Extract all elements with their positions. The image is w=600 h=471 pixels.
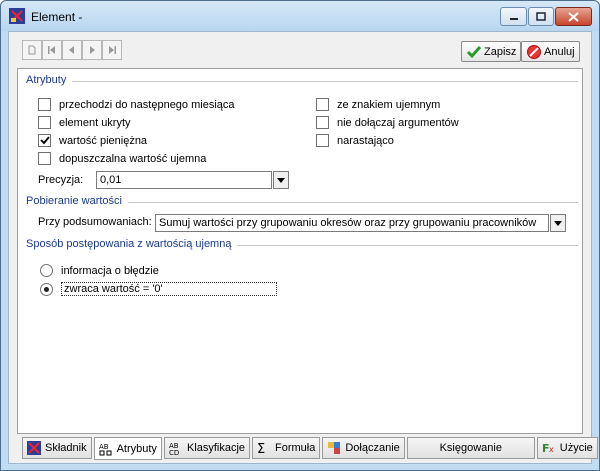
tab-label: Klasyfikacje	[186, 442, 246, 454]
checkbox-cumulative[interactable]: narastająco	[316, 134, 394, 147]
maximize-icon	[536, 12, 546, 21]
section-title-atrybuty: Atrybuty	[26, 74, 73, 86]
summary-value: Sumuj wartości przy grupowaniu okresów o…	[159, 217, 537, 229]
radio-label: zwraca wartość = '0'	[61, 282, 277, 296]
chevron-down-icon	[277, 177, 285, 183]
checkbox-label: ze znakiem ujemnym	[337, 98, 441, 111]
tab-bar: Składnik AB Atrybuty AB CD Klasyfikacje Σ…	[22, 437, 600, 460]
section-divider	[26, 81, 578, 82]
last-icon	[109, 46, 116, 54]
checkbox-label: wartość pieniężna	[59, 134, 148, 147]
minimize-icon	[509, 17, 518, 20]
svg-text:CD: CD	[169, 449, 179, 455]
checkbox[interactable]	[38, 152, 51, 165]
tab-label: Formuła	[275, 442, 316, 454]
checkbox[interactable]	[38, 134, 51, 147]
prev-icon	[69, 46, 74, 54]
record-navigation	[22, 40, 122, 60]
first-icon	[48, 46, 55, 54]
tab-label: Użycie	[559, 442, 593, 454]
summary-select[interactable]: Sumuj wartości przy grupowaniu okresów o…	[155, 214, 549, 232]
cancel-icon	[527, 44, 541, 59]
tab-skladnik[interactable]: Składnik	[22, 437, 92, 459]
summary-label: Przy podsumowaniach:	[38, 216, 152, 228]
precision-value: 0,01	[100, 174, 122, 186]
attributes-icon: AB	[99, 443, 112, 455]
prev-record-button[interactable]	[62, 40, 82, 60]
attributes-panel: Atrybuty przechodzi do następnego miesią…	[17, 68, 583, 434]
checkbox[interactable]	[38, 98, 51, 111]
checkbox-negative-sign[interactable]: ze znakiem ujemnym	[316, 98, 440, 111]
checkbox-negative-allowed[interactable]: dopuszczalna wartość ujemna	[38, 152, 206, 165]
tab-label: Księgowanie	[439, 442, 502, 454]
radio-label: informacja o błędzie	[61, 264, 159, 277]
checkbox[interactable]	[316, 116, 329, 129]
next-icon	[90, 46, 95, 54]
checkbox-label: dopuszczalna wartość ujemna	[59, 152, 207, 165]
new-document-icon	[28, 45, 36, 55]
tab-label: Atrybuty	[116, 442, 157, 455]
checkbox[interactable]	[316, 98, 329, 111]
precision-select[interactable]: 0,01	[96, 171, 272, 189]
client-area: Zapisz Anuluj Atrybuty przechodzi do nas…	[8, 31, 598, 464]
cancel-label: Anuluj	[544, 45, 575, 58]
radio-button[interactable]	[40, 282, 53, 296]
summary-dropdown-button[interactable]	[550, 214, 566, 232]
tab-formula[interactable]: Σ Formuła	[252, 437, 321, 459]
checkbox[interactable]	[38, 116, 51, 129]
fx-icon: Fx	[542, 442, 554, 455]
svg-text:x: x	[549, 445, 554, 454]
checkbox[interactable]	[316, 134, 329, 147]
chevron-down-icon	[554, 220, 562, 226]
svg-text:Σ: Σ	[257, 442, 265, 455]
sigma-icon: Σ	[257, 442, 265, 455]
tab-dolaczanie[interactable]: Dołączanie	[322, 437, 405, 459]
close-icon	[568, 11, 579, 22]
tab-ksiegowanie[interactable]: Księgowanie	[406, 437, 535, 459]
tab-klasyfikacje[interactable]: AB CD Klasyfikacje	[163, 437, 251, 459]
svg-text:AB: AB	[99, 443, 109, 451]
tab-atrybuty[interactable]: AB Atrybuty	[93, 437, 162, 460]
radio-error-info[interactable]: informacja o błędzie	[40, 264, 159, 277]
section-title-pobieranie: Pobieranie wartości	[26, 195, 128, 207]
checkbox-label: nie dołączaj argumentów	[337, 116, 459, 129]
checkbox-next-month[interactable]: przechodzi do następnego miesiąca	[38, 98, 235, 111]
app-window: Element - Zapisz Anuluj Atrybuty przecho…	[0, 0, 600, 471]
radio-return-zero[interactable]: zwraca wartość = '0'	[40, 282, 277, 296]
save-button[interactable]: Zapisz	[461, 41, 522, 62]
minimize-button[interactable]	[500, 7, 527, 26]
save-label: Zapisz	[484, 45, 517, 58]
component-icon	[27, 441, 41, 455]
precision-dropdown-button[interactable]	[273, 171, 289, 189]
last-record-button[interactable]	[102, 40, 122, 60]
attach-icon	[328, 442, 341, 454]
classification-icon: ABCD	[169, 442, 179, 455]
checkbox-label: element ukryty	[59, 116, 131, 129]
close-button[interactable]	[555, 7, 592, 26]
checkbox-monetary-value[interactable]: wartość pieniężna	[38, 134, 147, 147]
checkbox-hidden-element[interactable]: element ukryty	[38, 116, 131, 129]
checkbox-label: przechodzi do następnego miesiąca	[59, 98, 235, 111]
tab-label: Składnik	[45, 442, 87, 454]
first-record-button[interactable]	[42, 40, 62, 60]
checkmark-icon	[466, 45, 482, 58]
checkmark-icon	[39, 136, 50, 145]
checkbox-no-arguments[interactable]: nie dołączaj argumentów	[316, 116, 459, 129]
window-title: Element -	[31, 10, 83, 24]
radio-button[interactable]	[40, 264, 53, 277]
new-record-button[interactable]	[22, 40, 42, 60]
title-bar[interactable]: Element -	[1, 1, 599, 31]
tab-uzycie[interactable]: Fx Użycie	[536, 437, 598, 459]
radio-dot	[44, 286, 49, 292]
cancel-button[interactable]: Anuluj	[521, 41, 580, 62]
precision-label: Precyzja:	[38, 174, 84, 186]
section-title-sposob: Sposób postępowania z wartością ujemną	[26, 238, 238, 250]
app-icon	[9, 8, 25, 24]
next-record-button[interactable]	[82, 40, 102, 60]
checkbox-label: narastająco	[337, 134, 394, 147]
tab-label: Dołączanie	[345, 442, 400, 454]
maximize-button[interactable]	[528, 7, 554, 26]
